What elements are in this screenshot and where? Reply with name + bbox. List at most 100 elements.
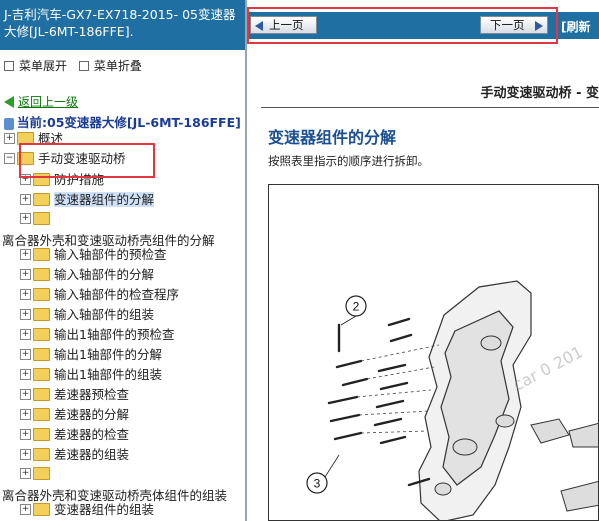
prev-page-button[interactable]: 上一页 — [250, 16, 317, 34]
refresh-link[interactable]: [刷新 — [561, 18, 591, 35]
folder-icon — [33, 288, 50, 301]
instruction-text: 按照表里指示的顺序进行拆卸。 — [268, 154, 429, 168]
current-location: 当前:05变速器大修[JL-6MT-186FFE] — [4, 112, 241, 131]
square-icon — [4, 60, 14, 71]
folder-icon — [33, 388, 50, 401]
tree-item[interactable]: + 输出1轴部件的组装 — [20, 366, 162, 384]
tree-item-empty[interactable]: + — [20, 465, 54, 483]
expand-icon[interactable]: + — [20, 369, 31, 380]
tree-item-label: 输出1轴部件的预检查 — [54, 327, 175, 342]
tree-item-label: 输入轴部件的组装 — [54, 307, 155, 322]
expand-icon[interactable]: + — [20, 504, 31, 515]
tree-item-label: 输入轴部件的检查程序 — [54, 287, 180, 302]
tree-item-label: 概述 — [38, 131, 64, 146]
folder-icon — [33, 348, 50, 361]
next-page-button[interactable]: 下一页 — [480, 16, 548, 34]
tree-item-label: 输入轴部件的预检查 — [54, 247, 167, 262]
tree-item[interactable]: + 差速器的分解 — [20, 406, 129, 424]
expand-icon[interactable]: + — [20, 449, 31, 460]
folder-icon — [33, 268, 50, 281]
folder-icon — [33, 503, 50, 516]
menu-expand-label: 菜单展开 — [19, 59, 68, 73]
expand-icon[interactable]: + — [20, 213, 31, 224]
folder-icon — [33, 328, 50, 341]
expand-icon[interactable]: + — [20, 468, 31, 479]
page-nav-bar: 上一页 下一页 [刷新 — [247, 12, 599, 39]
tree-item-label: 输入轴部件的分解 — [54, 267, 155, 282]
tree-item[interactable]: + 差速器的组装 — [20, 446, 129, 464]
back-arrow-icon — [4, 95, 14, 108]
right-arrow-icon — [535, 21, 543, 31]
folder-icon — [33, 408, 50, 421]
square-icon — [78, 60, 89, 71]
tree-item[interactable]: + 输入轴部件的预检查 — [20, 246, 167, 264]
manual-title-header: J-吉利汽车-GX7-EX718-2015- 05变速器大修[JL-6MT-18… — [0, 0, 245, 50]
tree-item-overview[interactable]: + 概述 — [4, 130, 63, 148]
expand-icon[interactable]: + — [4, 133, 15, 144]
expand-icon[interactable]: + — [20, 429, 31, 440]
exploded-view-diagram: 2 3 car 0 201 — [268, 184, 599, 521]
tree-item[interactable]: + 输入轴部件的组装 — [20, 306, 154, 324]
tree-item-label: 手动变速驱动桥 — [38, 151, 126, 166]
tree-item[interactable]: + 输入轴部件的分解 — [20, 266, 154, 284]
next-page-label: 下一页 — [490, 18, 525, 32]
tree-item-disassembly[interactable]: + 变速器组件的分解 — [20, 191, 155, 209]
folder-icon — [33, 308, 50, 321]
left-navigation-panel: J-吉利汽车-GX7-EX718-2015- 05变速器大修[JL-6MT-18… — [0, 0, 245, 521]
menu-collapse-label: 菜单折叠 — [93, 59, 142, 73]
document-title: 手动变速驱动桥 - 变 — [480, 86, 599, 101]
expand-icon[interactable]: + — [20, 409, 31, 420]
folder-icon — [17, 132, 34, 145]
expand-icon[interactable]: + — [20, 194, 31, 205]
tree-item-manual-transaxle[interactable]: − 手动变速驱动桥 — [4, 150, 126, 168]
expand-icon[interactable]: + — [20, 249, 31, 260]
expand-icon[interactable]: + — [20, 289, 31, 300]
tree-item[interactable]: + 输出1轴部件的预检查 — [20, 326, 174, 344]
tree-item-label: 差速器的分解 — [54, 407, 130, 422]
prev-page-label: 上一页 — [269, 18, 304, 32]
back-link[interactable]: 返回上一级 — [4, 93, 78, 110]
expand-icon[interactable]: + — [20, 389, 31, 400]
expand-icon[interactable]: + — [20, 329, 31, 340]
left-arrow-icon — [255, 21, 263, 31]
folder-icon — [33, 428, 50, 441]
tree-item-label-selected: 变速器组件的分解 — [54, 192, 155, 207]
section-title: 变速器组件的分解 — [268, 128, 397, 147]
menu-collapse-button[interactable]: 菜单折叠 — [78, 59, 142, 73]
tree-item[interactable]: + 输入轴部件的检查程序 — [20, 286, 179, 304]
current-location-label: 当前:05变速器大修[JL-6MT-186FFE] — [17, 115, 241, 130]
folder-icon — [33, 193, 50, 206]
callout-2-label: 2 — [353, 300, 360, 314]
tree-item-protective[interactable]: + 防护措施 — [20, 171, 104, 189]
folder-icon — [33, 173, 50, 186]
expand-icon[interactable]: + — [20, 309, 31, 320]
folder-icon — [33, 248, 50, 261]
folder-icon — [33, 368, 50, 381]
menu-expand-button[interactable]: 菜单展开 — [4, 59, 67, 73]
back-link-label: 返回上一级 — [18, 95, 79, 109]
transmission-housing-illustration: 2 3 car 0 201 — [306, 280, 598, 520]
tree-item-label: 输出1轴部件的分解 — [54, 347, 162, 362]
tree-item[interactable]: + 变速器组件的组装 — [20, 501, 154, 519]
expand-icon[interactable]: + — [20, 174, 31, 185]
expand-icon[interactable]: + — [20, 269, 31, 280]
title-divider — [261, 107, 599, 108]
tree-item[interactable]: + 输出1轴部件的分解 — [20, 346, 162, 364]
tree-item-label: 差速器预检查 — [54, 387, 130, 402]
expand-icon[interactable]: + — [20, 349, 31, 360]
tree-item[interactable]: + 差速器预检查 — [20, 386, 129, 404]
content-panel: 上一页 下一页 [刷新 手动变速驱动桥 - 变 变速器组件的分解 按照表里指示的… — [247, 0, 599, 521]
tree-item-empty[interactable]: + — [20, 210, 54, 228]
tree-item[interactable]: + 差速器的检查 — [20, 426, 129, 444]
menu-toggle-row: 菜单展开 菜单折叠 — [4, 57, 150, 74]
tree-item-label: 差速器的检查 — [54, 427, 130, 442]
folder-icon — [33, 448, 50, 461]
folder-open-icon — [17, 152, 34, 165]
folder-icon — [33, 467, 50, 480]
tree-item-label: 输出1轴部件的组装 — [54, 367, 162, 382]
folder-icon — [33, 212, 50, 225]
document-icon — [4, 117, 14, 130]
tree-item-label: 差速器的组装 — [54, 447, 130, 462]
tree-item-label: 防护措施 — [54, 172, 105, 187]
collapse-icon[interactable]: − — [4, 153, 15, 164]
